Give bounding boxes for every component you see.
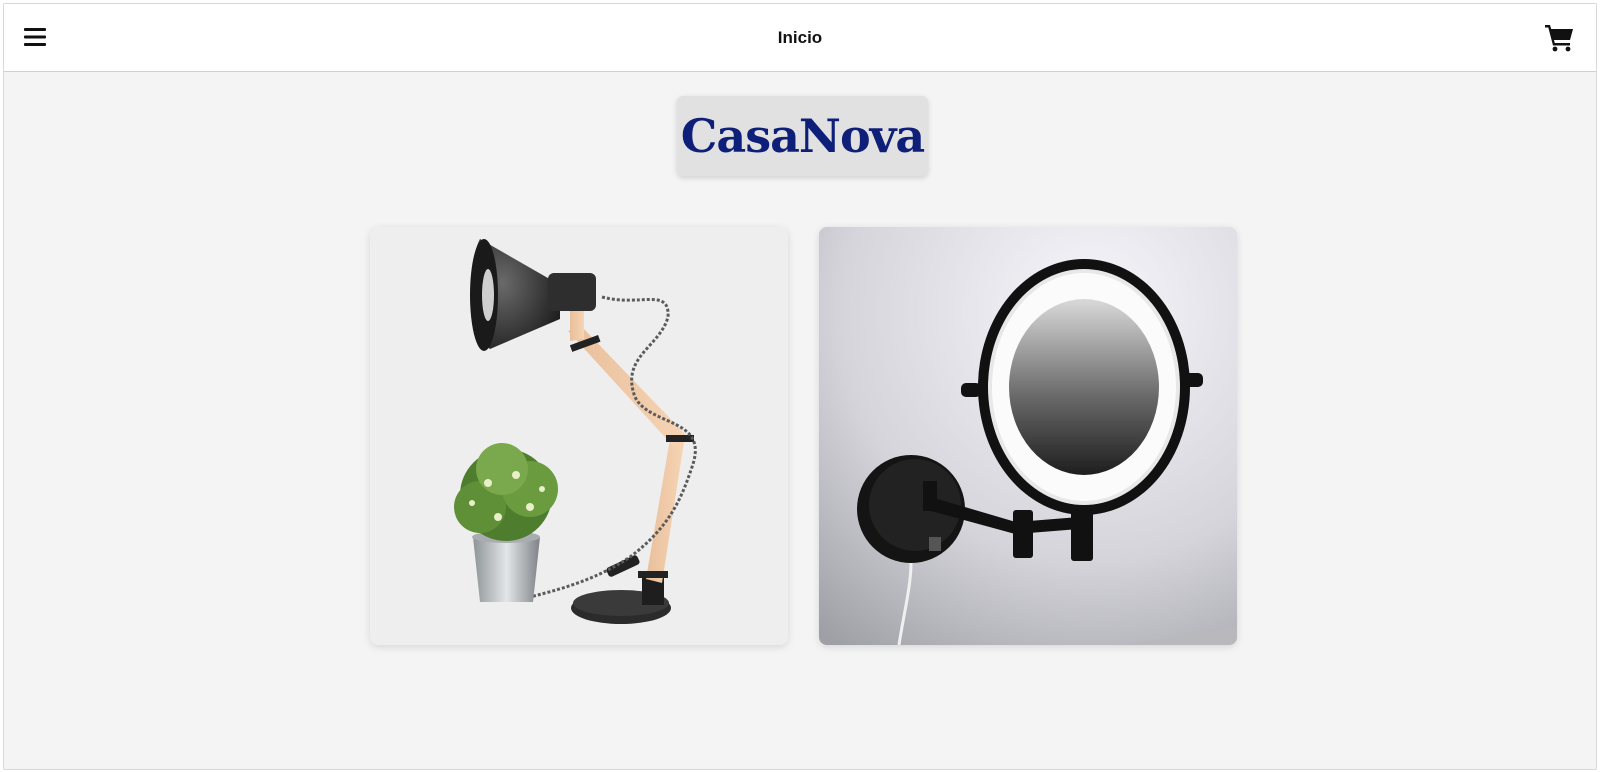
product-card-mirror[interactable] (819, 227, 1237, 645)
shopping-cart-icon[interactable] (1544, 22, 1574, 52)
desk-lamp-image (454, 239, 697, 624)
wall-mirror-image (819, 227, 1237, 645)
page-title: Inicio (777, 28, 823, 47)
app-frame: Inicio CasaNova (3, 3, 1597, 770)
product-card-lamp[interactable] (370, 227, 788, 645)
brand-logo: CasaNova (677, 96, 928, 176)
top-bar: Inicio (4, 4, 1596, 72)
